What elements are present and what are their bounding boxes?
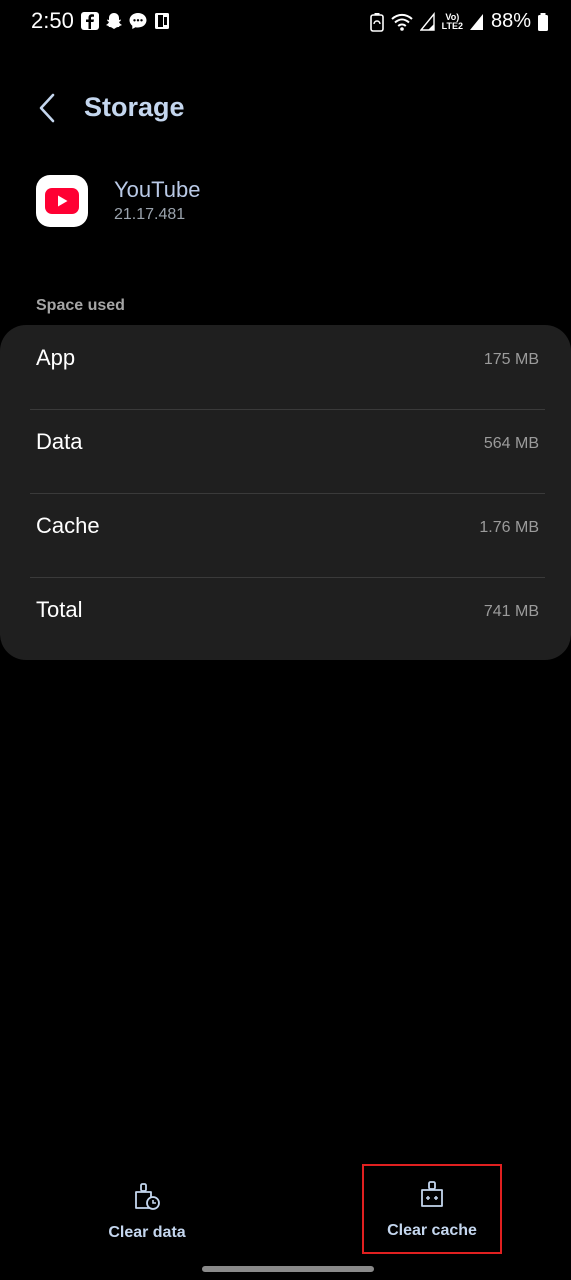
clear-data-button[interactable]: Clear data: [77, 1160, 217, 1250]
row-label: App: [36, 345, 76, 370]
lte-label: LTE2: [441, 20, 463, 31]
row-value: 741 MB: [483, 603, 539, 620]
volte-lte2-icon: Vo) LTE2: [441, 12, 463, 31]
row-value: 1.76 MB: [479, 519, 539, 536]
row-label: Cache: [36, 513, 100, 538]
status-bar: 2:50 Vo) LTE2 88%: [0, 0, 571, 44]
back-button[interactable]: [30, 90, 64, 126]
messenger-icon: [129, 13, 147, 29]
app-version: 21.17.481: [114, 206, 186, 223]
storage-row-cache: Cache 1.76 MB: [0, 493, 571, 577]
section-label-space-used: Space used: [36, 297, 125, 314]
storage-row-app: App 175 MB: [0, 325, 571, 409]
youtube-icon: [36, 175, 88, 227]
notification-icons: [80, 11, 172, 31]
signal-icon-2: [469, 13, 483, 30]
signal-icon: [419, 11, 435, 31]
clear-cache-icon: [417, 1180, 447, 1210]
row-value: 564 MB: [483, 435, 539, 452]
status-time: 2:50: [31, 8, 74, 33]
clear-cache-button[interactable]: Clear cache: [362, 1164, 502, 1254]
app-info: YouTube 21.17.481: [36, 175, 536, 235]
row-label: Total: [36, 597, 83, 622]
row-label: Data: [36, 429, 83, 454]
app-name: YouTube: [114, 177, 201, 202]
header: Storage: [0, 80, 571, 136]
battery-percent: 88%: [490, 10, 531, 32]
battery-saver-icon: [369, 12, 384, 32]
clear-cache-label: Clear cache: [387, 1222, 477, 1239]
clear-data-icon: [132, 1182, 162, 1212]
chevron-left-icon: [39, 93, 55, 123]
bottom-action-bar: Clear data Clear cache: [0, 1160, 571, 1260]
home-indicator[interactable]: [202, 1266, 374, 1272]
snapchat-icon: [106, 13, 122, 29]
storage-card: App 175 MB Data 564 MB Cache 1.76 MB Tot…: [0, 325, 571, 660]
storage-row-total: Total 741 MB: [0, 577, 571, 661]
clear-data-label: Clear data: [108, 1224, 186, 1241]
wifi-icon: [390, 13, 413, 31]
page-title: Storage: [84, 92, 185, 122]
storage-row-data: Data 564 MB: [0, 409, 571, 493]
system-icons: Vo) LTE2 88%: [369, 10, 549, 33]
row-value: 175 MB: [483, 351, 539, 368]
battery-icon: [538, 12, 548, 31]
phone-icon: [155, 13, 169, 29]
facebook-icon: [81, 12, 99, 30]
